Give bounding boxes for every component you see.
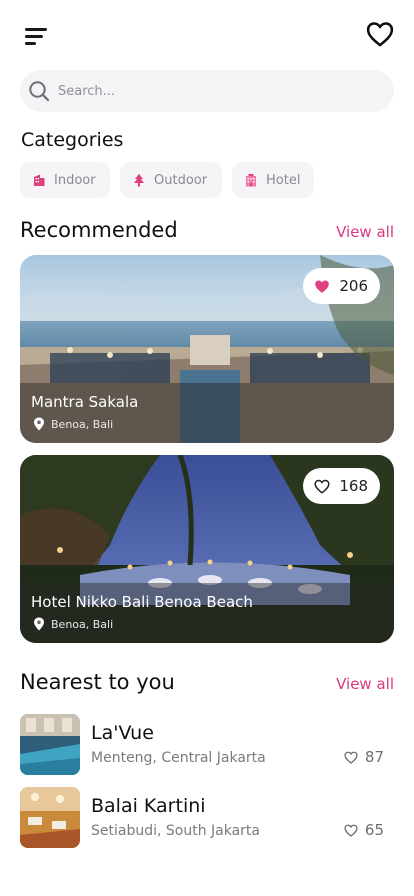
category-chip-label: Indoor xyxy=(54,172,96,188)
menu-button[interactable] xyxy=(22,25,50,47)
recommended-title: Recommended xyxy=(20,218,178,242)
category-chip-hotel[interactable]: Hotel xyxy=(232,162,314,198)
hotel-icon xyxy=(246,174,256,187)
building-icon xyxy=(34,174,45,186)
nearest-view-all-link[interactable]: View all xyxy=(336,675,394,693)
heart-outline-icon xyxy=(314,479,330,494)
like-count: 168 xyxy=(339,477,368,495)
search-bar[interactable] xyxy=(20,70,394,112)
like-button[interactable]: 87 xyxy=(344,748,384,766)
list-item-balai-kartini[interactable]: Balai Kartini Setiabudi, South Jakarta 6… xyxy=(20,787,394,849)
like-button[interactable]: 206 xyxy=(303,268,380,304)
card-location: Benoa, Bali xyxy=(51,618,114,631)
category-chip-label: Hotel xyxy=(266,172,301,188)
card-caption-shade xyxy=(20,383,394,443)
venue-thumbnail xyxy=(20,787,80,848)
card-location: Benoa, Bali xyxy=(51,418,114,431)
list-item-title: Balai Kartini xyxy=(91,795,206,817)
favorites-button[interactable] xyxy=(366,21,394,47)
category-chip-label: Outdoor xyxy=(154,172,208,188)
recommended-card-hotel-nikko[interactable]: 168 Hotel Nikko Bali Benoa Beach Benoa, … xyxy=(20,455,394,643)
search-icon xyxy=(29,81,50,102)
heart-outline-icon xyxy=(344,824,358,837)
like-count: 65 xyxy=(364,821,384,839)
menu-icon-bar-top xyxy=(25,28,47,31)
nearest-title: Nearest to you xyxy=(20,670,175,694)
recommended-view-all-link[interactable]: View all xyxy=(336,223,394,241)
category-chip-indoor[interactable]: Indoor xyxy=(20,162,110,198)
menu-icon-bar-middle xyxy=(25,35,43,38)
list-item-address: Setiabudi, South Jakarta xyxy=(91,823,261,839)
card-title: Hotel Nikko Bali Benoa Beach xyxy=(31,593,253,611)
like-button[interactable]: 65 xyxy=(344,821,384,839)
card-title: Mantra Sakala xyxy=(31,393,139,411)
search-input[interactable] xyxy=(58,70,378,112)
list-item-title: La'Vue xyxy=(91,722,154,744)
location-pin-icon xyxy=(34,617,44,631)
like-button[interactable]: 168 xyxy=(303,468,380,504)
tree-icon xyxy=(134,174,144,187)
venue-thumbnail xyxy=(20,714,80,775)
like-count: 206 xyxy=(339,277,368,295)
list-item-address: Menteng, Central Jakarta xyxy=(91,750,266,766)
categories-title: Categories xyxy=(21,129,124,151)
recommended-card-mantra-sakala[interactable]: 206 Mantra Sakala Benoa, Bali xyxy=(20,255,394,443)
like-count: 87 xyxy=(364,748,384,766)
heart-filled-icon xyxy=(315,280,330,293)
menu-icon-bar-bottom xyxy=(25,42,36,45)
card-caption-shade xyxy=(20,583,394,643)
heart-outline-icon xyxy=(344,751,358,764)
heart-outline-icon xyxy=(366,22,394,47)
category-chip-outdoor[interactable]: Outdoor xyxy=(120,162,222,198)
location-pin-icon xyxy=(34,417,44,431)
list-item-la-vue[interactable]: La'Vue Menteng, Central Jakarta 87 xyxy=(20,714,394,776)
